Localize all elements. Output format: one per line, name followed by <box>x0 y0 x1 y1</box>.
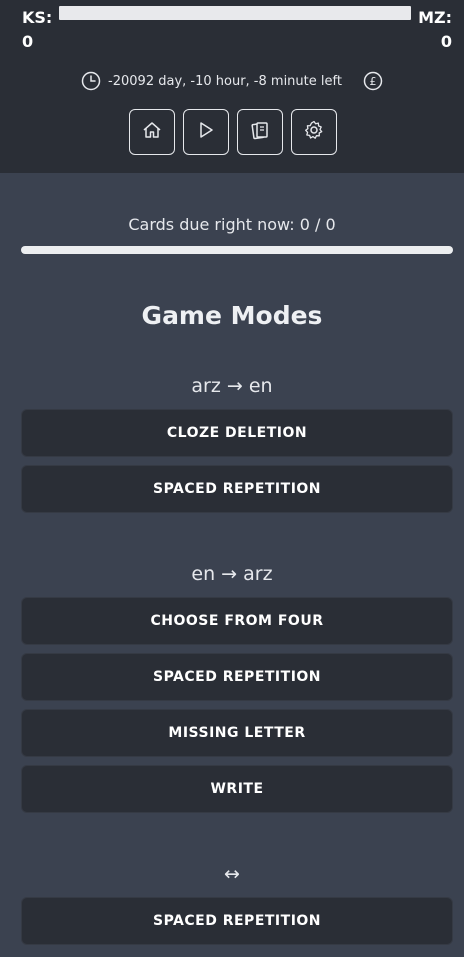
section-label-arz-en: arz → en <box>191 375 273 397</box>
section-label-en-arz: en → arz <box>191 563 273 585</box>
play-icon <box>195 119 217 145</box>
missing-letter-button[interactable]: MISSING LETTER <box>21 709 453 757</box>
gear-icon <box>303 119 325 145</box>
due-progress-bar <box>21 246 453 254</box>
nav-bar <box>129 109 337 155</box>
settings-button[interactable] <box>291 109 337 155</box>
score-left-value: 0 <box>22 32 34 51</box>
cards-button[interactable] <box>237 109 283 155</box>
pound-coin-icon[interactable]: £ <box>362 70 384 92</box>
score-bar <box>59 6 411 20</box>
time-left-text: -20092 day, -10 hour, -8 minute left <box>108 73 342 89</box>
section-label-bidirectional: ↔ <box>224 863 240 885</box>
spaced-repetition-button[interactable]: SPACED REPETITION <box>21 897 453 945</box>
write-button[interactable]: WRITE <box>21 765 453 813</box>
spaced-repetition-button[interactable]: SPACED REPETITION <box>21 653 453 701</box>
page-title: Game Modes <box>141 301 323 330</box>
home-button[interactable] <box>129 109 175 155</box>
home-icon <box>141 119 163 145</box>
cards-icon <box>249 119 271 145</box>
timer-row: -20092 day, -10 hour, -8 minute left £ <box>0 69 464 93</box>
choose-from-four-button[interactable]: CHOOSE FROM FOUR <box>21 597 453 645</box>
spaced-repetition-button[interactable]: SPACED REPETITION <box>21 465 453 513</box>
play-button[interactable] <box>183 109 229 155</box>
score-right-label: MZ: <box>418 8 452 27</box>
clock-icon <box>80 70 102 92</box>
cards-due-text: Cards due right now: 0 / 0 <box>128 215 336 234</box>
score-left-label: KS: <box>22 8 53 27</box>
score-right-value: 0 <box>440 32 452 51</box>
header: KS: 0 MZ: 0 -20092 day, -10 hour, -8 min… <box>0 0 464 173</box>
cloze-deletion-button[interactable]: CLOZE DELETION <box>21 409 453 457</box>
svg-text:£: £ <box>369 75 376 88</box>
